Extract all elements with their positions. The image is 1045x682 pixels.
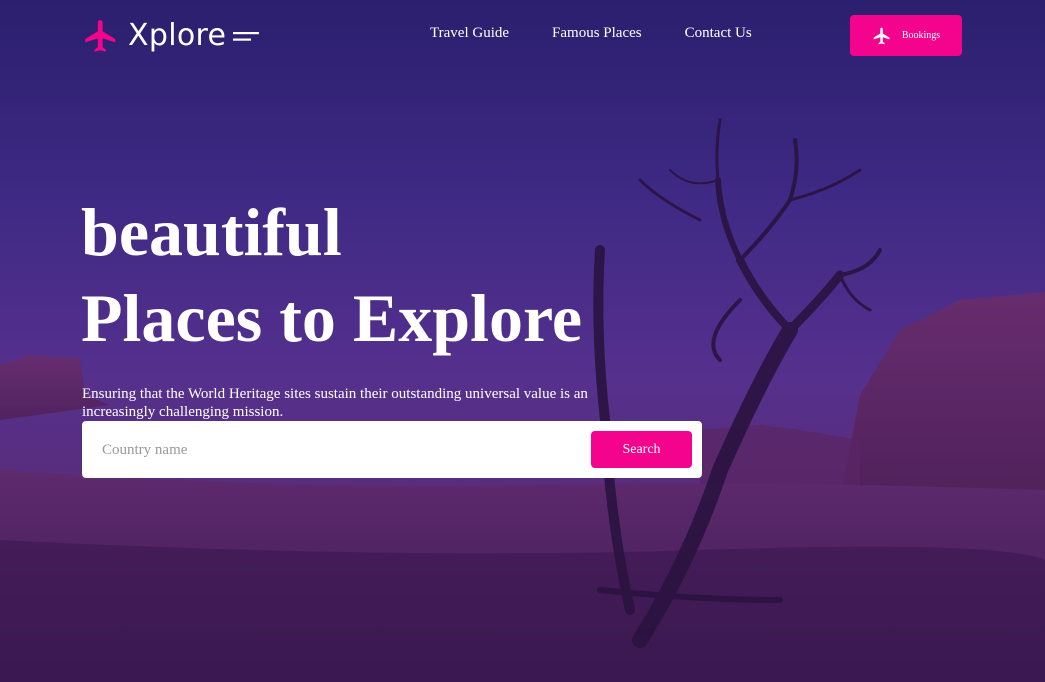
menu-icon[interactable] — [233, 29, 260, 45]
hero-title: beautiful Places to Explore — [81, 192, 582, 358]
bookings-button[interactable]: Bookings — [850, 15, 962, 56]
airplane-icon — [873, 27, 890, 44]
brand-logo[interactable]: Xplore — [82, 16, 260, 56]
hero-section: Xplore Travel Guide Famous Places Contac… — [0, 0, 1045, 682]
hero-title-line2: Places to Explore — [81, 280, 583, 356]
top-navbar: Xplore Travel Guide Famous Places Contac… — [0, 0, 1045, 72]
country-search-input[interactable] — [102, 435, 582, 465]
hero-subtitle: Ensuring that the World Heritage sites s… — [82, 386, 588, 420]
nav-link-contact-us[interactable]: Contact Us — [685, 25, 752, 42]
bookings-label: Bookings — [901, 30, 941, 41]
airplane-icon — [85, 20, 116, 52]
nav-links: Travel Guide Famous Places Contact Us — [430, 25, 795, 42]
nav-link-famous-places[interactable]: Famous Places — [552, 25, 642, 42]
nav-link-travel-guide[interactable]: Travel Guide — [430, 25, 509, 42]
brand-name: Xplore — [128, 18, 227, 53]
search-button[interactable]: Search — [591, 431, 692, 468]
search-bar: Search — [82, 421, 702, 478]
hero-title-line1: beautiful — [81, 194, 342, 270]
